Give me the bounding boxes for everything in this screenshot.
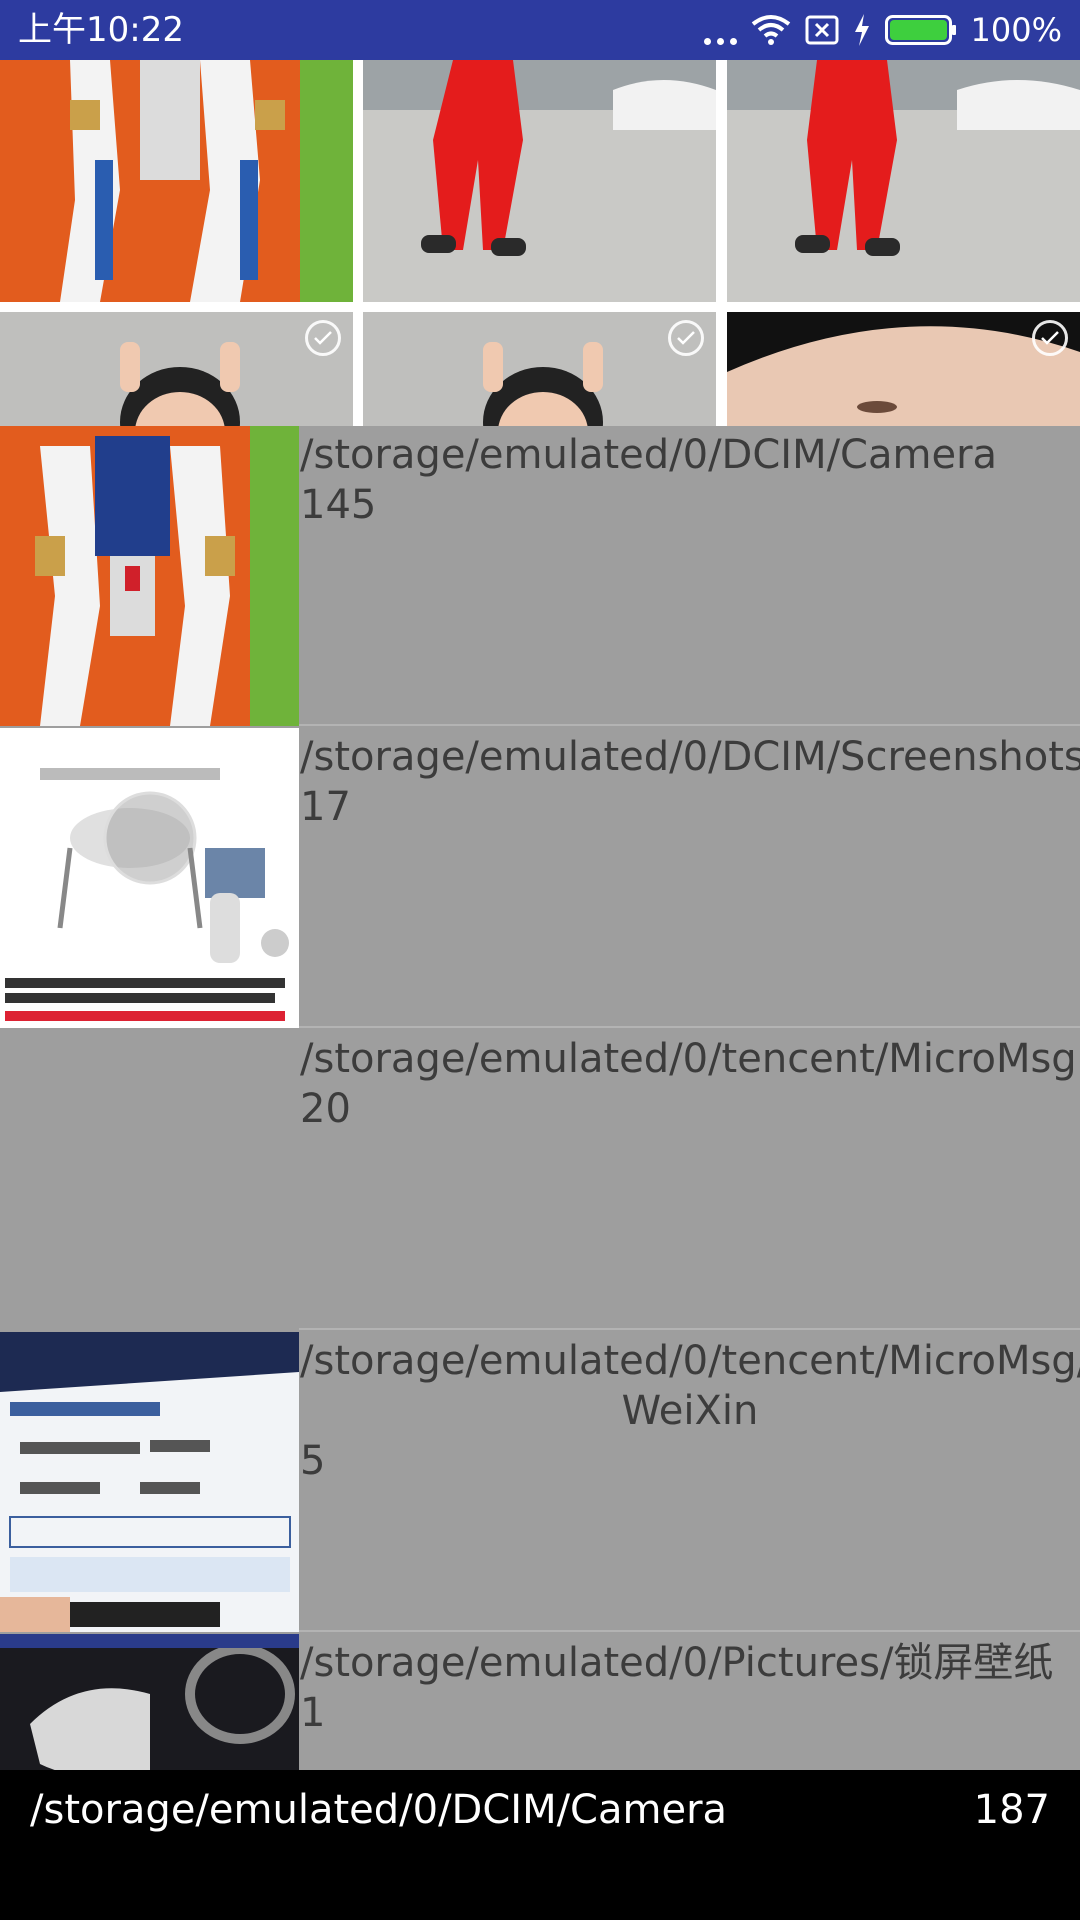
bottom-folder-bar[interactable]: /storage/emulated/0/DCIM/Camera 187 — [0, 1770, 1080, 1920]
total-photo-count: 187 — [973, 1787, 1050, 1833]
photo-thumbnail[interactable] — [727, 60, 1080, 302]
album-count: 1 — [300, 1690, 326, 1736]
photo-thumbnail[interactable] — [363, 312, 716, 426]
album-path: /storage/emulated/0/DCIM/Screenshots — [300, 734, 1080, 780]
album-item-screenshots[interactable]: /storage/emulated/0/DCIM/Screenshots 17 — [0, 728, 1080, 1028]
album-cover-thumbnail — [0, 1030, 299, 1330]
album-count: 5 — [300, 1438, 326, 1484]
album-path: /storage/emulated/0/Pictures/锁屏壁纸 — [300, 1640, 1054, 1686]
album-count: 17 — [300, 784, 351, 830]
album-cover-thumbnail — [0, 426, 299, 726]
no-sim-icon — [805, 15, 839, 45]
album-item-lockscreen[interactable]: /storage/emulated/0/Pictures/锁屏壁纸 1 — [0, 1634, 1080, 1770]
select-check-icon[interactable] — [1032, 320, 1068, 356]
album-item-camera[interactable]: /storage/emulated/0/DCIM/Camera 145 — [0, 426, 1080, 726]
album-cover-thumbnail — [0, 1332, 299, 1632]
current-folder-path[interactable]: /storage/emulated/0/DCIM/Camera — [30, 1780, 727, 1840]
album-folder-list[interactable]: /storage/emulated/0/DCIM/Camera 145 /sto… — [0, 426, 1080, 1770]
album-cover-thumbnail — [0, 728, 299, 1028]
album-item-weixin[interactable]: /storage/emulated/0/tencent/MicroMsg/ We… — [0, 1332, 1080, 1632]
status-bar: 上午10:22 100% — [0, 0, 1080, 60]
album-path: /storage/emulated/0/DCIM/Camera — [300, 432, 998, 478]
status-icons: 100% — [703, 8, 1062, 52]
album-count: 145 — [300, 482, 377, 528]
photo-thumbnail[interactable] — [363, 60, 716, 302]
photo-grid[interactable] — [0, 60, 1080, 426]
more-dots-icon — [703, 15, 737, 45]
album-path: /storage/emulated/0/tencent/MicroMsg/ We… — [300, 1338, 1080, 1434]
select-check-icon[interactable] — [668, 320, 704, 356]
album-count: 20 — [300, 1086, 351, 1132]
photo-thumbnail[interactable] — [0, 60, 353, 302]
status-time: 上午10:22 — [18, 10, 184, 50]
select-check-icon[interactable] — [305, 320, 341, 356]
wifi-icon — [751, 15, 790, 45]
battery-percent: 100% — [970, 11, 1062, 49]
charging-icon — [854, 14, 869, 46]
photo-thumbnail[interactable] — [0, 312, 353, 426]
album-cover-thumbnail — [0, 1634, 299, 1770]
battery-icon — [884, 15, 956, 45]
photo-thumbnail[interactable] — [727, 312, 1080, 426]
album-item-micromsg[interactable]: /storage/emulated/0/tencent/MicroMsg 20 — [0, 1030, 1080, 1330]
album-path: /storage/emulated/0/tencent/MicroMsg — [300, 1036, 1077, 1082]
